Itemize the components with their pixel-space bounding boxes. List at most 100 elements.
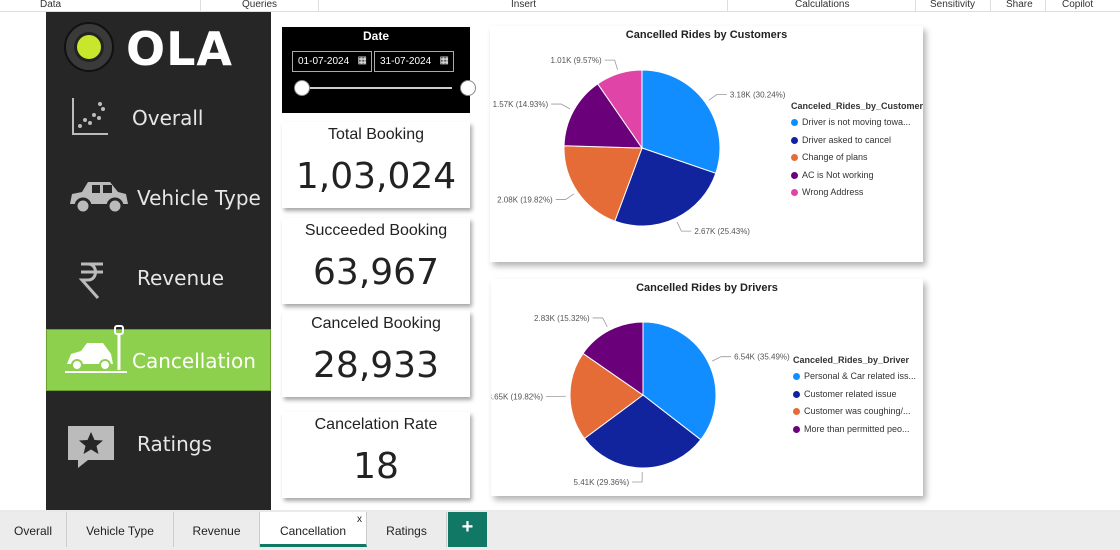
ola-logo-icon <box>64 22 114 72</box>
legend-dot-icon <box>793 425 800 433</box>
legend-label: Change of plans <box>802 152 868 162</box>
leader-line <box>592 317 608 327</box>
legend-dot-icon <box>791 136 798 144</box>
nav-item-cancellation[interactable]: Cancellation <box>46 325 271 391</box>
tab-revenue[interactable]: Revenue <box>174 512 260 547</box>
ribbon-copilot[interactable]: Copilot <box>1062 0 1093 10</box>
legend-label: Driver asked to cancel <box>802 134 892 145</box>
leader-line <box>676 221 692 232</box>
legend-dot-icon <box>791 119 798 126</box>
leader-line <box>708 94 727 101</box>
legend-item[interactable]: AC is Not working <box>791 170 874 180</box>
pie-chart-drivers: 6.54K (35.49%) 5.41K (29.36%) 3.65K (19.82… <box>491 314 790 487</box>
tab-label: Cancellation <box>279 524 347 538</box>
end-date-value: 31-07-2024 <box>380 56 432 67</box>
legend-dot-icon <box>791 154 798 161</box>
pie-chart-customers: 3.18K (30.24%) 2.67K (25.43%) 2.08K (19.82… <box>493 56 786 236</box>
nav-item-overall[interactable]: Overall <box>46 88 271 152</box>
nav-label-vehicle-type: Vehicle Type <box>137 186 261 210</box>
legend-title: Canceled_Rides_by_Customer <box>791 101 924 111</box>
legend-dot-icon <box>791 171 798 179</box>
rupee-icon <box>78 262 103 299</box>
nav-label-revenue: Revenue <box>137 266 225 290</box>
data-label: 6.54K (35.49%) <box>734 353 790 362</box>
legend-title: Canceled_Rides_by_Driver <box>793 355 910 365</box>
data-label: 1.01K (9.57%) <box>551 56 602 65</box>
kpi-value: 18 <box>353 446 399 487</box>
tab-label: Overall <box>13 524 52 538</box>
nav-label-ratings: Ratings <box>137 432 212 456</box>
legend-item[interactable]: Change of plans <box>791 152 868 162</box>
kpi-value: 1,03,024 <box>295 156 457 197</box>
legend-label: More than permitted peo... <box>804 423 910 434</box>
tab-ratings[interactable]: Ratings <box>367 512 447 547</box>
date-range-slider[interactable] <box>294 80 476 96</box>
kpi-title: Canceled Booking <box>311 315 441 332</box>
calendar-icon[interactable]: ▦ <box>440 55 449 66</box>
slider-end-handle[interactable] <box>460 80 476 96</box>
scatter-chart-icon <box>72 98 108 135</box>
slider-start-handle[interactable] <box>294 80 310 96</box>
legend-item[interactable]: Wrong Address <box>791 187 863 197</box>
ribbon-insert[interactable]: Insert <box>511 0 536 10</box>
legend-label: Personal & Car related iss... <box>804 371 917 381</box>
kpi-title: Succeeded Booking <box>304 222 448 239</box>
nav-item-revenue[interactable]: Revenue <box>46 246 271 310</box>
legend-item[interactable]: Personal & Car related iss... <box>793 371 916 381</box>
legend-dot-icon <box>793 390 800 398</box>
kpi-title: Total Booking <box>327 126 425 143</box>
kpi-title: Cancelation Rate <box>314 416 438 433</box>
kpi-card-total-booking: Total Booking 1,03,024 <box>282 122 470 208</box>
ribbon-sensitivity[interactable]: Sensitivity <box>930 0 975 10</box>
data-label: 3.65K (19.82%) <box>491 392 543 401</box>
tab-overall[interactable]: Overall <box>0 512 67 547</box>
legend-label: Wrong Address <box>802 187 864 197</box>
chart-cancelled-by-drivers[interactable]: Cancelled Rides by Drivers 6.54K (35.49%… <box>491 279 923 496</box>
close-icon[interactable]: x <box>357 514 362 525</box>
tab-label: Revenue <box>192 524 241 538</box>
tab-label: Ratings <box>386 524 427 538</box>
end-date-input[interactable]: 31-07-2024 ▦ <box>374 51 454 72</box>
ribbon-data[interactable]: Data <box>40 0 61 10</box>
legend-dot-icon <box>791 189 798 196</box>
ribbon-calculations[interactable]: Calculations <box>795 0 849 10</box>
kpi-value: 28,933 <box>313 345 439 386</box>
legend-item[interactable]: Customer related issue <box>793 389 897 399</box>
leader-line <box>604 59 619 70</box>
legend-item[interactable]: More than permitted peo... <box>793 424 910 434</box>
legend-label: AC is Not working <box>802 169 874 180</box>
tab-cancellation[interactable]: Cancellation x <box>260 512 367 547</box>
leader-line <box>555 193 575 200</box>
nav-item-vehicle-type[interactable]: Vehicle Type <box>46 166 271 230</box>
legend-item[interactable]: Driver asked to cancel <box>791 135 891 145</box>
kpi-card-succeeded-booking: Succeeded Booking 63,967 <box>282 218 470 304</box>
data-label: 2.08K (19.82%) <box>497 195 553 204</box>
data-label: 2.67K (25.43%) <box>694 227 750 236</box>
legend-dot-icon <box>793 373 800 380</box>
leader-line <box>711 356 732 362</box>
canvas-margin <box>935 12 1120 510</box>
data-label: 5.41K (29.36%) <box>574 478 630 487</box>
kpi-value: 63,967 <box>313 252 439 293</box>
calendar-icon[interactable]: ▦ <box>358 55 367 66</box>
data-label: 1.57K (14.93%) <box>493 100 549 109</box>
ribbon-queries[interactable]: Queries <box>242 0 277 10</box>
car-crash-icon <box>65 325 127 373</box>
legend-item[interactable]: Driver is not moving towa... <box>791 117 911 127</box>
chart-cancelled-by-customers[interactable]: Cancelled Rides by Customers 3.18K (30.2… <box>490 26 923 262</box>
date-slicer-title: Date <box>362 29 389 43</box>
data-label: 3.18K (30.24%) <box>730 91 786 100</box>
add-page-button[interactable]: + <box>448 512 487 547</box>
tab-vehicle-type[interactable]: Vehicle Type <box>67 512 174 547</box>
start-date-value: 01-07-2024 <box>298 56 350 67</box>
legend-label: Customer was coughing/... <box>804 406 911 416</box>
kpi-card-cancelation-rate: Cancelation Rate 18 <box>282 412 470 498</box>
page-tabs: Overall Vehicle Type Revenue Cancellatio… <box>0 512 1120 550</box>
start-date-input[interactable]: 01-07-2024 ▦ <box>292 51 372 72</box>
ribbon-share[interactable]: Share <box>1006 0 1033 10</box>
legend-label: Customer related issue <box>804 388 897 399</box>
car-icon <box>70 182 128 215</box>
legend-item[interactable]: Customer was coughing/... <box>793 406 911 416</box>
brand-name: OLA <box>126 22 234 76</box>
nav-item-ratings[interactable]: Ratings <box>46 412 271 476</box>
